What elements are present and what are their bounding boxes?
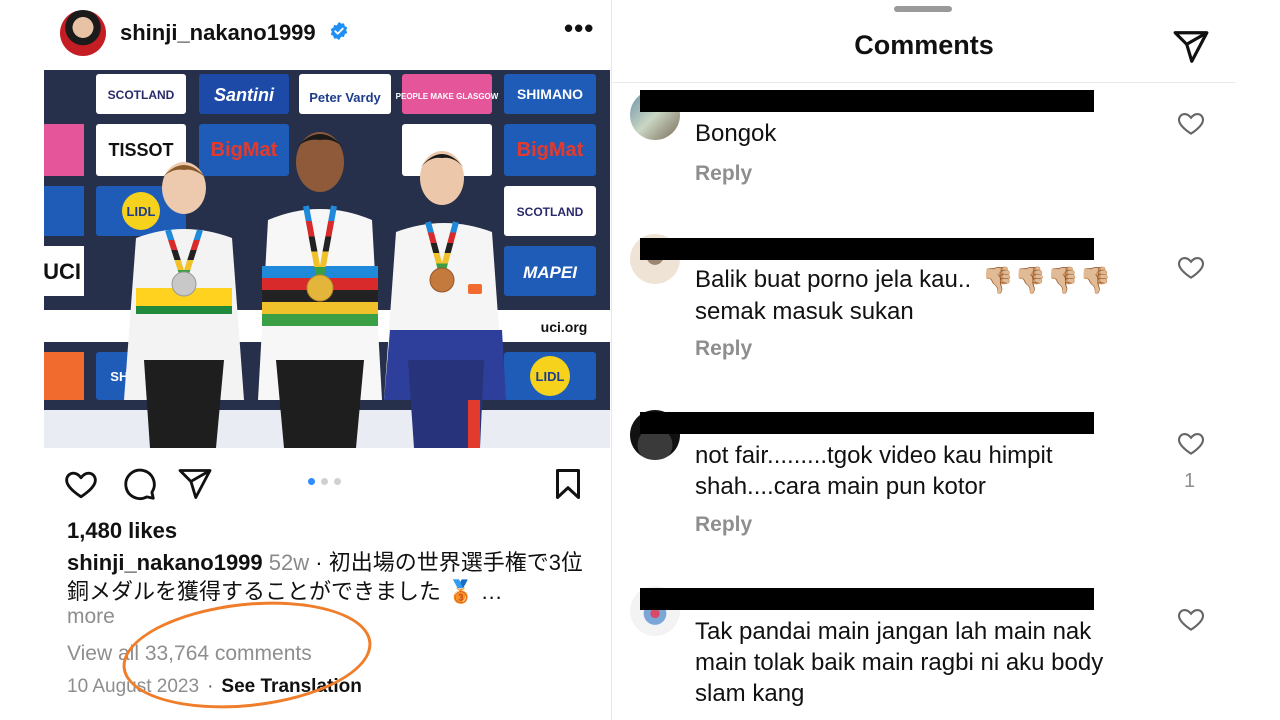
caption-more-link[interactable]: more — [67, 605, 115, 629]
reply-button[interactable]: Reply — [695, 513, 752, 537]
carousel-dot — [334, 478, 341, 485]
comment-line-2: semak masuk sukan — [695, 298, 914, 325]
banner-bigmat: BigMat — [211, 139, 278, 161]
comment-line-2: main tolak baik main ragbi ni aku body — [695, 649, 1104, 676]
redacted-username — [640, 412, 1094, 434]
banner-glasgow: PEOPLE MAKE GLASGOW — [396, 92, 499, 101]
banner-lidl-2: LIDL — [536, 369, 565, 384]
comment-item: Bongok Reply — [612, 88, 1236, 198]
comment-icon[interactable] — [121, 466, 157, 502]
caption-age: 52w — [268, 550, 310, 575]
comment-line-2: shah....cara main pun kotor — [695, 473, 986, 500]
comment-item: Balik buat porno jela kau.. 👎🏼👎🏼👎🏼👎🏼 sem… — [612, 234, 1236, 384]
banner-shimano: SHIMANO — [517, 86, 583, 102]
banner-uci: UCI — [44, 259, 81, 284]
send-icon[interactable] — [1172, 28, 1210, 66]
carousel-indicator — [308, 478, 341, 485]
post-header: shinji_nakano1999 ••• — [44, 8, 610, 58]
carousel-dot-active — [308, 478, 315, 485]
redacted-username — [640, 238, 1094, 260]
comment-line-3: slam kang — [695, 680, 805, 707]
heart-icon[interactable] — [1176, 604, 1206, 634]
reply-button[interactable]: Reply — [695, 162, 752, 186]
sheet-drag-handle[interactable] — [894, 6, 952, 12]
carousel-dot — [321, 478, 328, 485]
banner-bigmat-2: BigMat — [517, 139, 584, 161]
comment-like-count: 1 — [1184, 470, 1196, 492]
bookmark-icon[interactable] — [550, 466, 586, 502]
banner-scotland: SCOTLAND — [108, 88, 175, 102]
comment-item: not fair.........tgok video kau himpit s… — [612, 410, 1236, 560]
orange-annotation-circle — [117, 590, 377, 720]
redacted-username — [640, 588, 1094, 610]
post-photo[interactable]: SCOTLAND Santini Peter Vardy PEOPLE MAKE… — [44, 70, 610, 448]
sheet-divider — [612, 82, 1236, 83]
share-icon[interactable] — [177, 466, 213, 502]
profile-avatar[interactable] — [60, 10, 106, 56]
heart-icon[interactable] — [1176, 252, 1206, 282]
verified-badge-icon — [330, 21, 348, 41]
medal-emoji-icon: 🥉 — [447, 579, 475, 604]
thumbs-down-emoji-icon: 👎🏼👎🏼👎🏼👎🏼 — [981, 265, 1112, 295]
banner-santini: Santini — [214, 85, 275, 105]
comment-line-1: Balik buat porno jela kau.. — [695, 266, 972, 293]
post-username[interactable]: shinji_nakano1999 — [120, 20, 316, 46]
reply-button[interactable]: Reply — [695, 337, 752, 361]
heart-icon[interactable] — [1176, 428, 1206, 458]
like-count[interactable]: 1,480 likes — [67, 518, 177, 544]
post-options-button[interactable]: ••• — [564, 15, 594, 41]
post-actions — [44, 462, 610, 506]
banner-tissot: TISSOT — [108, 140, 173, 160]
comment-text: Tak pandai main jangan lah main nak main… — [695, 616, 1175, 709]
post-caption: shinji_nakano1999 52w · 初出場の世界選手権で3位銅メダル… — [67, 548, 587, 606]
comment-text: Bongok — [695, 120, 777, 147]
sheet-title: Comments — [854, 30, 994, 60]
instagram-post: shinji_nakano1999 ••• SCOTLAND Santini P… — [44, 0, 610, 720]
banner-peter-vardy: Peter Vardy — [309, 90, 381, 105]
heart-icon[interactable] — [63, 466, 99, 502]
caption-ellipsis: … — [474, 579, 503, 604]
comment-line-1: not fair.........tgok video kau himpit — [695, 442, 1053, 469]
redacted-username — [640, 90, 1094, 112]
comment-text: not fair.........tgok video kau himpit s… — [695, 440, 1175, 502]
banner-mapei: MAPEI — [523, 263, 578, 282]
comment-line-1: Tak pandai main jangan lah main nak — [695, 618, 1092, 645]
banner-uci-org: uci.org — [541, 319, 588, 335]
comments-sheet: Comments Bongok Reply Balik buat porno j… — [612, 0, 1236, 720]
banner-lidl: LIDL — [127, 204, 156, 219]
heart-icon[interactable] — [1176, 108, 1206, 138]
comment-text: Balik buat porno jela kau.. 👎🏼👎🏼👎🏼👎🏼 sem… — [695, 264, 1175, 327]
caption-username[interactable]: shinji_nakano1999 — [67, 550, 263, 575]
banner-scotland-2: SCOTLAND — [517, 205, 584, 219]
comment-item: Tak pandai main jangan lah main nak main… — [612, 586, 1236, 720]
